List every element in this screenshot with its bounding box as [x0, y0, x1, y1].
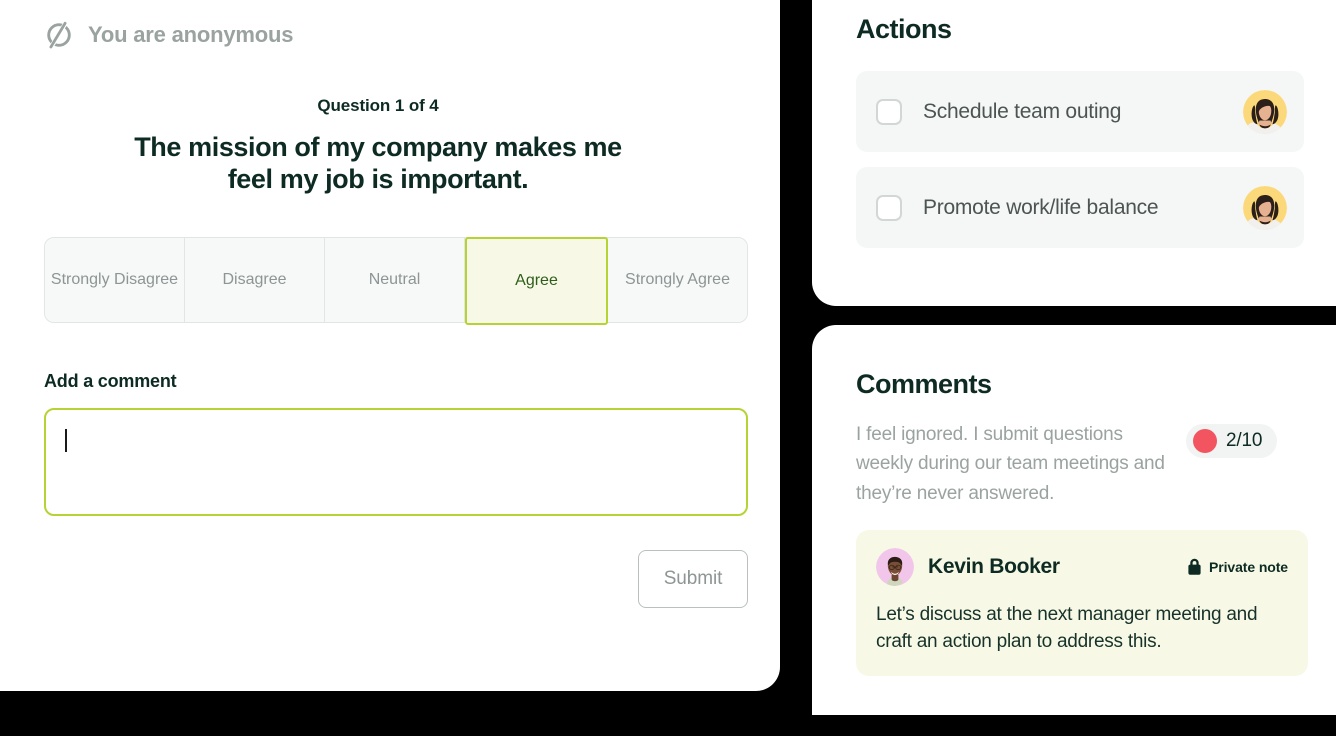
private-note-card: Kevin Booker Private note Let’s discuss … — [856, 529, 1308, 676]
text-caret — [65, 429, 67, 453]
comment-quote: I feel ignored. I submit questions weekl… — [856, 424, 1165, 504]
note-text: Let’s discuss at the next manager meetin… — [876, 603, 1258, 652]
lock-icon — [1188, 558, 1201, 575]
submit-row: Submit — [0, 550, 748, 609]
private-note-label: Private note — [1209, 558, 1288, 575]
likert-option-strongly-agree[interactable]: Strongly Agree — [608, 238, 747, 323]
score-badge: 2/10 — [1186, 424, 1278, 458]
action-label: Schedule team outing — [923, 99, 1122, 123]
private-note-header: Kevin Booker Private note — [876, 547, 1288, 586]
anonymous-banner: You are anonymous — [44, 20, 756, 50]
eye-off-icon — [47, 21, 71, 49]
actions-card: Actions Schedule team outing Promote wor… — [812, 0, 1336, 306]
likert-option-agree[interactable]: Agree — [465, 237, 608, 326]
action-checkbox[interactable] — [876, 194, 902, 221]
action-checkbox[interactable] — [876, 98, 902, 125]
action-label: Promote work/life balance — [923, 195, 1159, 219]
assignee-avatar — [1243, 89, 1287, 134]
assignee-avatar — [1243, 185, 1287, 230]
survey-card: You are anonymous Question 1 of 4 The mi… — [0, 0, 780, 691]
likert-option-neutral[interactable]: Neutral — [325, 238, 465, 323]
comment-input[interactable] — [44, 408, 748, 517]
private-note-tag: Private note — [1187, 558, 1288, 575]
note-author-name: Kevin Booker — [928, 554, 1060, 578]
comment-label: Add a comment — [44, 371, 177, 392]
actions-title: Actions — [856, 14, 952, 44]
screen: You are anonymous Question 1 of 4 The mi… — [0, 0, 1336, 736]
score-value: 2/10 — [1226, 430, 1263, 451]
anonymous-label: You are anonymous — [88, 22, 294, 47]
question-counter: Question 1 of 4 — [317, 96, 439, 115]
likert-option-strongly-disagree[interactable]: Strongly Disagree — [45, 238, 185, 323]
comments-title: Comments — [856, 369, 992, 399]
likert-scale: Strongly Disagree Disagree Neutral Agree… — [44, 237, 748, 326]
comment-entry: I feel ignored. I submit questions weekl… — [856, 420, 1328, 508]
author-avatar — [876, 547, 914, 586]
question-text: The mission of my company makes me feel … — [134, 132, 622, 194]
action-item-promote-work-life-balance[interactable]: Promote work/life balance — [856, 167, 1304, 248]
submit-button[interactable]: Submit — [638, 550, 748, 609]
action-item-schedule-team-outing[interactable]: Schedule team outing — [856, 71, 1304, 152]
comments-card: Comments I feel ignored. I submit questi… — [812, 325, 1336, 715]
score-dot-icon — [1193, 429, 1217, 453]
likert-option-disagree[interactable]: Disagree — [185, 238, 325, 323]
actions-list: Schedule team outing Promote work/life b… — [856, 71, 1328, 248]
question-block: Question 1 of 4 The mission of my compan… — [0, 96, 756, 195]
